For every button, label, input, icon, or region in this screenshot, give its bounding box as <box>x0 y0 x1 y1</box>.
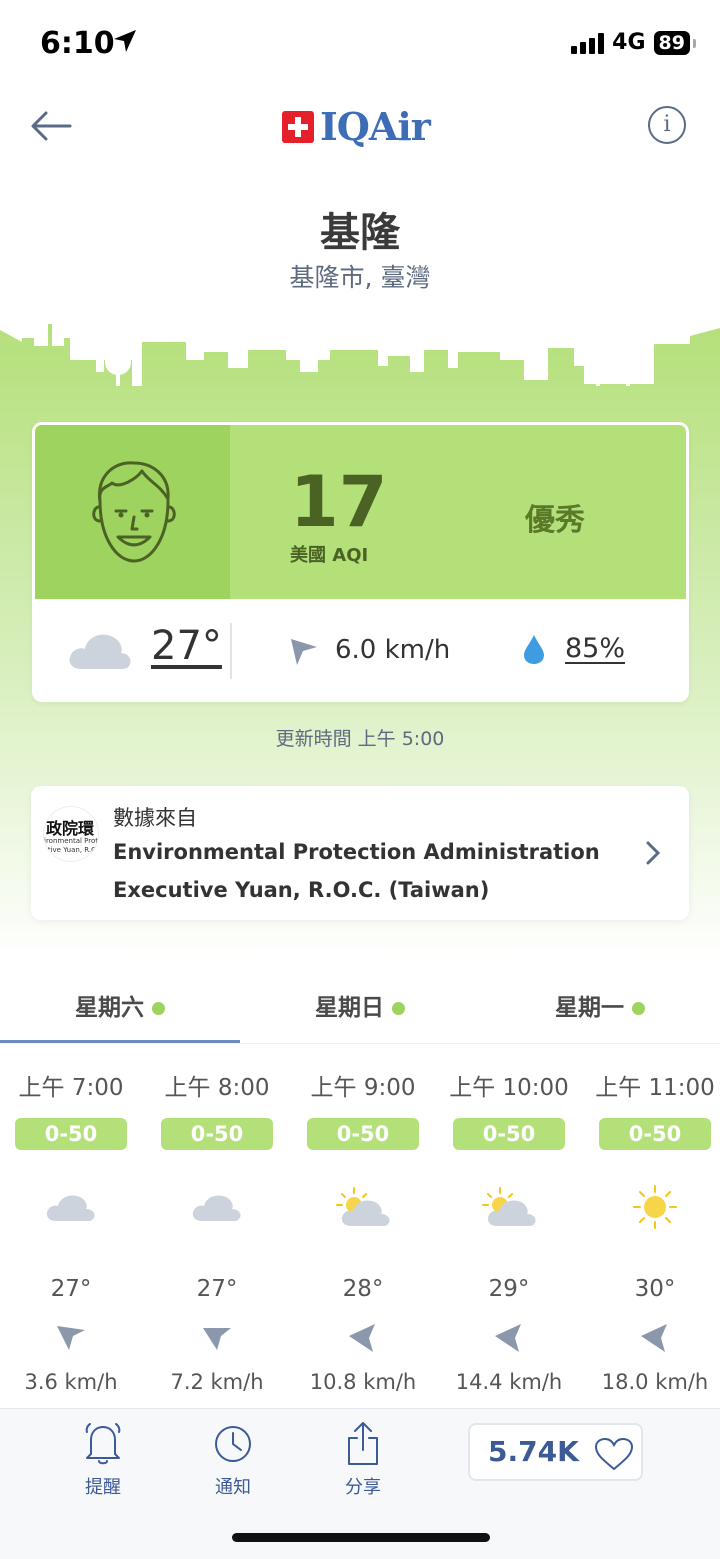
updated-time: 更新時間 上午 5:00 <box>275 728 445 750</box>
city-region: 基隆市, 臺灣 <box>289 263 431 292</box>
status-indicators: 4G 89 <box>571 30 697 55</box>
aqi-range-badge: 0-50 <box>161 1118 273 1150</box>
nav-bar: IQAir i <box>0 90 720 170</box>
wind-direction-icon <box>495 1324 521 1352</box>
aqi-label: 美國 AQI <box>290 545 369 566</box>
sun-icon <box>633 1185 677 1229</box>
aqi-dot-icon <box>392 1002 405 1015</box>
alerts-button[interactable]: 提醒 <box>58 1421 148 1499</box>
divider <box>230 623 232 679</box>
aqi-face-panel <box>35 425 230 599</box>
current-weather: 27° 6.0 km/h 85% <box>35 599 686 699</box>
swiss-cross-icon <box>282 110 314 143</box>
heart-icon <box>594 1437 634 1471</box>
aqi-range-badge: 0-50 <box>599 1118 711 1150</box>
wind-direction-icon <box>291 639 317 665</box>
like-button[interactable]: 5.74K <box>468 1423 643 1481</box>
cloud-icon <box>192 1195 241 1221</box>
aqi-dot-icon <box>632 1002 645 1015</box>
current-temperature[interactable]: 27° <box>151 623 222 669</box>
aqi-value: 17 <box>290 461 388 543</box>
hourly-item: 上午 11:00 0-50 30° 18.0 km/h <box>595 1075 715 1394</box>
hourly-item: 上午 7:00 0-50 27° 3.6 km/h <box>0 1068 144 1394</box>
iqair-logo: IQAir <box>282 104 431 149</box>
hourly-item: 上午 8:00 0-50 27° 7.2 km/h <box>144 1068 290 1394</box>
wind-direction-icon <box>641 1324 667 1352</box>
aqi-summary: 17 美國 AQI 優秀 <box>35 425 686 599</box>
aqi-status: 優秀 <box>525 503 585 538</box>
data-source-card[interactable]: 政院環 ironmental Prote ctive Yuan, R.O 數據來… <box>31 786 689 920</box>
humidity[interactable]: 85% <box>565 633 625 664</box>
hourly-item: 上午 9:00 0-50 28° 10.8 km/h <box>290 1068 436 1394</box>
status-time: 6:10 <box>40 26 115 61</box>
aqi-dot-icon <box>152 1002 165 1015</box>
partly-sunny-icon <box>336 1187 390 1226</box>
tab-sunday[interactable]: 星期日 <box>240 988 480 1022</box>
like-count: 5.74K <box>488 1435 579 1468</box>
clock-icon <box>215 1426 251 1462</box>
city-title: 基隆 <box>320 210 400 256</box>
cloud-icon <box>46 1195 95 1221</box>
aqi-range-badge: 0-50 <box>307 1118 419 1150</box>
partly-sunny-icon <box>482 1187 536 1226</box>
share-icon <box>348 1422 378 1465</box>
source-caption: 數據來自 <box>113 806 197 830</box>
location-arrow-icon <box>114 30 136 52</box>
source-name-line2: Executive Yuan, R.O.C. (Taiwan) <box>113 878 490 902</box>
humidity-drop-icon <box>524 635 544 664</box>
aqi-range-badge: 0-50 <box>15 1118 127 1150</box>
wind-direction-icon <box>57 1326 85 1350</box>
day-tabs: 星期六 星期日 星期一 <box>0 970 720 1044</box>
share-button[interactable]: 分享 <box>318 1421 408 1499</box>
cloud-icon <box>69 634 131 669</box>
tab-monday[interactable]: 星期一 <box>480 988 720 1022</box>
info-button[interactable]: i <box>648 106 686 144</box>
notify-button[interactable]: 通知 <box>188 1421 278 1499</box>
network-type: 4G <box>612 30 646 55</box>
battery-level: 89 <box>653 30 697 55</box>
source-name-line1: Environmental Protection Administration <box>113 840 600 864</box>
wind-direction-icon <box>203 1328 231 1350</box>
logo-text: IQAir <box>320 104 431 149</box>
aqi-card[interactable]: 17 美國 AQI 優秀 27° 6.0 km/h 85% <box>32 422 689 702</box>
wind-speed: 6.0 km/h <box>335 635 451 665</box>
signal-icon <box>571 32 605 54</box>
aqi-range-badge: 0-50 <box>453 1118 565 1150</box>
happy-face-icon <box>92 461 176 563</box>
bell-icon <box>85 1423 121 1465</box>
home-indicator <box>232 1533 490 1542</box>
tab-saturday[interactable]: 星期六 <box>0 988 240 1043</box>
chevron-right-icon[interactable] <box>645 840 661 866</box>
back-arrow-icon[interactable] <box>28 108 74 144</box>
wind-direction-icon <box>349 1324 375 1352</box>
status-bar: 6:10 4G 89 <box>0 0 720 90</box>
hourly-item: 上午 10:00 0-50 29° 14.4 km/h <box>449 1075 569 1394</box>
source-logo: 政院環 ironmental Prote ctive Yuan, R.O <box>43 806 99 862</box>
